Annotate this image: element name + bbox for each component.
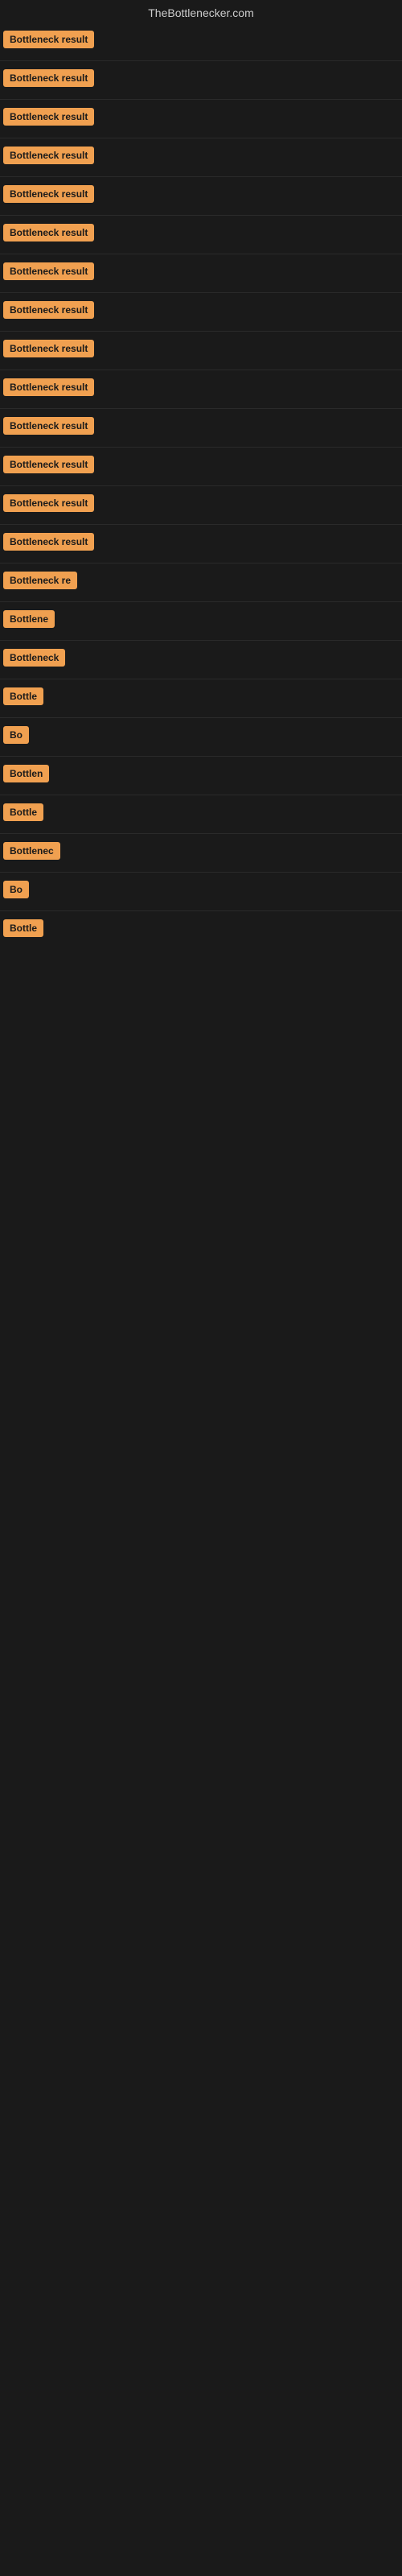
- bottleneck-badge[interactable]: Bottleneck result: [3, 69, 94, 87]
- result-row: Bottleneck result: [0, 254, 402, 293]
- result-row: Bottleneck result: [0, 370, 402, 409]
- result-row: Bo: [0, 718, 402, 757]
- bottleneck-badge[interactable]: Bottleneck result: [3, 533, 94, 551]
- result-row: Bottle: [0, 911, 402, 949]
- bottleneck-badge[interactable]: Bottleneck: [3, 649, 65, 667]
- result-row: Bo: [0, 873, 402, 911]
- bottleneck-badge[interactable]: Bottlene: [3, 610, 55, 628]
- bottleneck-badge[interactable]: Bottleneck result: [3, 31, 94, 48]
- bottleneck-badge[interactable]: Bottleneck result: [3, 301, 94, 319]
- bottleneck-badge[interactable]: Bottle: [3, 803, 43, 821]
- bottleneck-badge[interactable]: Bottleneck result: [3, 147, 94, 164]
- result-row: Bottlene: [0, 602, 402, 641]
- bottleneck-badge[interactable]: Bottle: [3, 919, 43, 937]
- result-row: Bottleneck: [0, 641, 402, 679]
- bottleneck-badge[interactable]: Bottleneck re: [3, 572, 77, 589]
- bottleneck-badge[interactable]: Bottlen: [3, 765, 49, 782]
- bottleneck-badge[interactable]: Bottleneck result: [3, 494, 94, 512]
- result-row: Bottleneck result: [0, 23, 402, 61]
- result-row: Bottleneck result: [0, 61, 402, 100]
- result-row: Bottleneck result: [0, 138, 402, 177]
- result-row: Bottle: [0, 679, 402, 718]
- results-list: Bottleneck result Bottleneck result Bottle…: [0, 23, 402, 949]
- result-row: Bottleneck result: [0, 409, 402, 448]
- result-row: Bottlenec: [0, 834, 402, 873]
- result-row: Bottlen: [0, 757, 402, 795]
- result-row: Bottleneck result: [0, 448, 402, 486]
- bottleneck-badge[interactable]: Bottle: [3, 687, 43, 705]
- result-row: Bottleneck result: [0, 525, 402, 564]
- bottleneck-badge[interactable]: Bottleneck result: [3, 185, 94, 203]
- result-row: Bottleneck result: [0, 216, 402, 254]
- bottleneck-badge[interactable]: Bo: [3, 881, 29, 898]
- bottleneck-badge[interactable]: Bottleneck result: [3, 108, 94, 126]
- bottleneck-badge[interactable]: Bottleneck result: [3, 224, 94, 242]
- site-title: TheBottlenecker.com: [0, 0, 402, 23]
- result-row: Bottle: [0, 795, 402, 834]
- result-row: Bottleneck result: [0, 293, 402, 332]
- result-row: Bottleneck result: [0, 100, 402, 138]
- bottleneck-badge[interactable]: Bottleneck result: [3, 456, 94, 473]
- bottleneck-badge[interactable]: Bottleneck result: [3, 417, 94, 435]
- bottleneck-badge[interactable]: Bottleneck result: [3, 262, 94, 280]
- result-row: Bottleneck result: [0, 177, 402, 216]
- bottleneck-badge[interactable]: Bottleneck result: [3, 378, 94, 396]
- result-row: Bottleneck result: [0, 486, 402, 525]
- bottleneck-badge[interactable]: Bottlenec: [3, 842, 60, 860]
- result-row: Bottleneck result: [0, 332, 402, 370]
- site-header: TheBottlenecker.com: [0, 0, 402, 23]
- bottleneck-badge[interactable]: Bo: [3, 726, 29, 744]
- result-row: Bottleneck re: [0, 564, 402, 602]
- bottleneck-badge[interactable]: Bottleneck result: [3, 340, 94, 357]
- page-container: TheBottlenecker.com Bottleneck resultBot…: [0, 0, 402, 949]
